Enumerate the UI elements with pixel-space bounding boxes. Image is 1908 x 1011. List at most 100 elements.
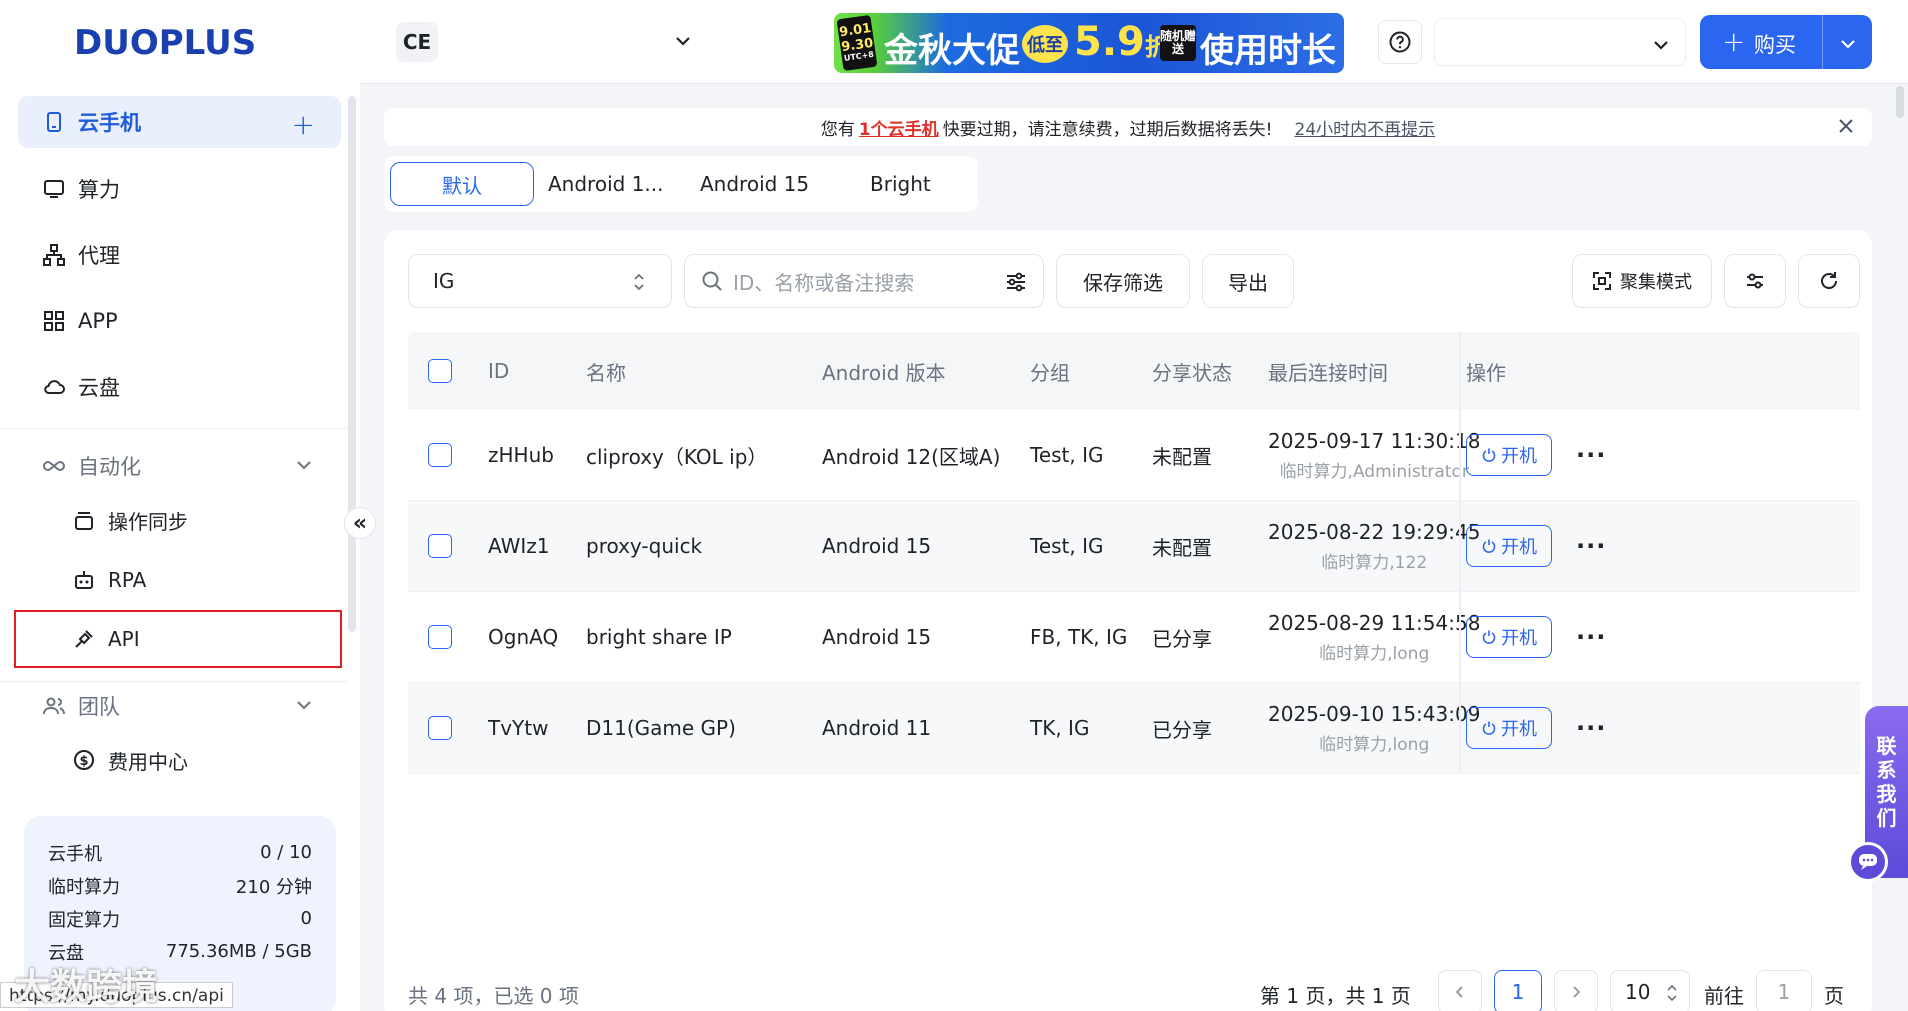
select-all-checkbox[interactable] bbox=[428, 332, 452, 410]
focus-mode-button[interactable]: 聚集模式 bbox=[1572, 254, 1712, 308]
chevron-down-icon[interactable] bbox=[672, 30, 694, 52]
sidebar-item-billing[interactable]: $ 费用中心 bbox=[72, 740, 188, 780]
usage-value: 0 / 10 bbox=[260, 842, 312, 863]
promo-timezone: UTC+8 bbox=[843, 49, 875, 63]
buy-label: 购买 bbox=[1754, 33, 1796, 57]
export-button[interactable]: 导出 bbox=[1202, 254, 1294, 308]
page-scrollbar[interactable] bbox=[1896, 86, 1904, 118]
cell-share: 未配置 bbox=[1152, 444, 1212, 469]
promo-banner[interactable]: 9.01 9.30 UTC+8 金秋大促 低至 5.9折 随机赠送 使用时长 bbox=[834, 13, 1344, 73]
tab-android-15[interactable]: Android 15 bbox=[700, 162, 809, 206]
sidebar-item-cloud-disk[interactable]: 云盘 bbox=[18, 361, 341, 413]
more-actions-icon[interactable]: ··· bbox=[1576, 441, 1606, 469]
sliders-icon[interactable] bbox=[1005, 271, 1027, 293]
page-size-select[interactable]: 10 bbox=[1610, 970, 1690, 1011]
row-checkbox[interactable] bbox=[428, 592, 452, 682]
page-1-button[interactable]: 1 bbox=[1494, 970, 1542, 1011]
buy-dropdown-chevron-icon[interactable] bbox=[1838, 34, 1858, 54]
notice-highlight-link[interactable]: 1个云手机 bbox=[859, 115, 939, 140]
more-actions-icon[interactable]: ··· bbox=[1576, 532, 1606, 560]
last-connect-source: 临时算力,Administrator bbox=[1279, 461, 1469, 482]
refresh-button[interactable] bbox=[1798, 254, 1860, 308]
last-connect-source: 临时算力,122 bbox=[1321, 552, 1428, 573]
sidebar-group-team[interactable]: 团队 bbox=[18, 680, 341, 732]
tab-bright[interactable]: Bright bbox=[870, 162, 931, 206]
tab-default[interactable]: 默认 bbox=[390, 162, 534, 206]
power-on-button[interactable]: 开机 bbox=[1466, 707, 1552, 749]
selection-summary: 共 4 项，已选 0 项 bbox=[408, 984, 579, 1008]
collapse-sidebar-button[interactable]: « bbox=[344, 507, 376, 539]
sticky-column-divider bbox=[1459, 501, 1461, 591]
users-icon bbox=[42, 694, 66, 718]
table-row[interactable]: OgnAQ bright share IP Android 15 FB, TK,… bbox=[408, 592, 1860, 683]
duoplus-logo[interactable]: DUOPLUS bbox=[74, 22, 288, 62]
cell-id: AWIz1 bbox=[488, 534, 550, 558]
close-icon[interactable] bbox=[1836, 116, 1856, 136]
sidebar-item-api[interactable]: API bbox=[72, 619, 140, 659]
sidebar-item-op-sync[interactable]: 操作同步 bbox=[72, 500, 188, 540]
add-cloud-phone-icon[interactable]: + bbox=[292, 108, 315, 141]
sidebar-item-cloud-phone[interactable]: 云手机 + bbox=[18, 96, 341, 148]
table-row[interactable]: AWIz1 proxy-quick Android 15 Test, IG 未配… bbox=[408, 501, 1860, 592]
promo-title: 金秋大促 bbox=[884, 31, 1020, 71]
column-header-id: ID bbox=[488, 359, 510, 383]
column-header-share: 分享状态 bbox=[1152, 360, 1232, 385]
row-checkbox[interactable] bbox=[428, 501, 452, 591]
sidebar-item-proxy[interactable]: 代理 bbox=[18, 229, 341, 281]
last-connect-time: 2025-09-10 15:43:09 bbox=[1268, 701, 1481, 726]
usage-value: 775.36MB / 5GB bbox=[165, 941, 312, 962]
promo-random-badge: 随机赠送 bbox=[1160, 25, 1196, 61]
sidebar-item-compute[interactable]: 算力 bbox=[18, 163, 341, 215]
chat-bubble-icon[interactable] bbox=[1848, 842, 1888, 882]
row-checkbox[interactable] bbox=[428, 683, 452, 773]
power-on-label: 开机 bbox=[1501, 719, 1537, 740]
table-row[interactable]: TvYtw D11(Game GP) Android 11 TK, IG 已分享… bbox=[408, 683, 1860, 774]
device-list-panel: IG ID、名称或备注搜索 保存筛选 导出 聚集模式 ID 名称 Android… bbox=[384, 230, 1872, 1011]
account-select[interactable] bbox=[1434, 18, 1686, 66]
focus-frame-icon bbox=[1592, 271, 1612, 291]
expiry-notice: 您有 1个云手机 快要过期，请注意续费，过期后数据将丢失! 24小时内不再提示 bbox=[384, 108, 1872, 146]
search-input[interactable]: ID、名称或备注搜索 bbox=[684, 254, 1044, 308]
sidebar-scrollbar[interactable] bbox=[348, 96, 356, 632]
cell-id: OgnAQ bbox=[488, 625, 559, 649]
row-checkbox[interactable] bbox=[428, 410, 452, 500]
sidebar-item-label: API bbox=[108, 627, 140, 651]
more-actions-icon[interactable]: ··· bbox=[1576, 623, 1606, 651]
last-connect-time: 2025-09-17 11:30:18 bbox=[1268, 428, 1481, 453]
power-on-button[interactable]: 开机 bbox=[1466, 525, 1552, 567]
checkbox-box bbox=[428, 359, 452, 383]
prev-page-button[interactable] bbox=[1438, 970, 1482, 1011]
api-highlight-box bbox=[14, 610, 342, 668]
power-on-label: 开机 bbox=[1501, 628, 1537, 649]
power-on-button[interactable]: 开机 bbox=[1466, 616, 1552, 658]
usage-row: 云手机 0 / 10 bbox=[48, 836, 312, 869]
column-settings-button[interactable] bbox=[1724, 254, 1786, 308]
chevron-down-icon bbox=[295, 456, 313, 474]
help-button[interactable] bbox=[1378, 20, 1422, 64]
save-filter-button[interactable]: 保存筛选 bbox=[1056, 254, 1190, 308]
table-header: ID 名称 Android 版本 分组 分享状态 最后连接时间 操作 bbox=[408, 332, 1860, 410]
buy-divider bbox=[1822, 15, 1823, 69]
goto-page-input[interactable]: 1 bbox=[1756, 970, 1812, 1011]
pagination: 共 4 项，已选 0 项 第 1 页，共 1 页 1 10 前往 1 页 bbox=[408, 970, 1860, 1011]
sidebar-item-app[interactable]: APP bbox=[18, 295, 341, 347]
watermark: 大数跨境 bbox=[14, 967, 159, 1008]
dismiss-24h-link[interactable]: 24小时内不再提示 bbox=[1295, 115, 1436, 140]
sidebar-item-rpa[interactable]: RPA bbox=[72, 560, 146, 600]
more-actions-icon[interactable]: ··· bbox=[1576, 714, 1606, 742]
group-tabs: 默认 Android 1... Android 15 Bright bbox=[384, 156, 978, 212]
env-badge[interactable]: CE bbox=[396, 22, 438, 62]
buy-button[interactable]: + 购买 bbox=[1700, 15, 1872, 69]
power-on-button[interactable]: 开机 bbox=[1466, 434, 1552, 476]
phone-icon bbox=[42, 110, 66, 134]
next-page-button[interactable] bbox=[1554, 970, 1598, 1011]
sidebar: DUOPLUS 云手机 + 算力 代理 APP 云盘 自动化 操作同步 RPA … bbox=[0, 0, 360, 1011]
sidebar-item-label: 费用中心 bbox=[108, 749, 188, 774]
sticky-column-divider bbox=[1459, 592, 1461, 682]
group-filter-select[interactable]: IG bbox=[408, 254, 672, 308]
power-icon bbox=[1481, 629, 1497, 645]
tab-android-1x[interactable]: Android 1... bbox=[548, 162, 663, 206]
sidebar-group-automation[interactable]: 自动化 bbox=[18, 440, 341, 492]
table-row[interactable]: zHHub cliproxy（KOL ip） Android 12(区域A) T… bbox=[408, 410, 1860, 501]
sticky-column-divider bbox=[1459, 332, 1461, 410]
